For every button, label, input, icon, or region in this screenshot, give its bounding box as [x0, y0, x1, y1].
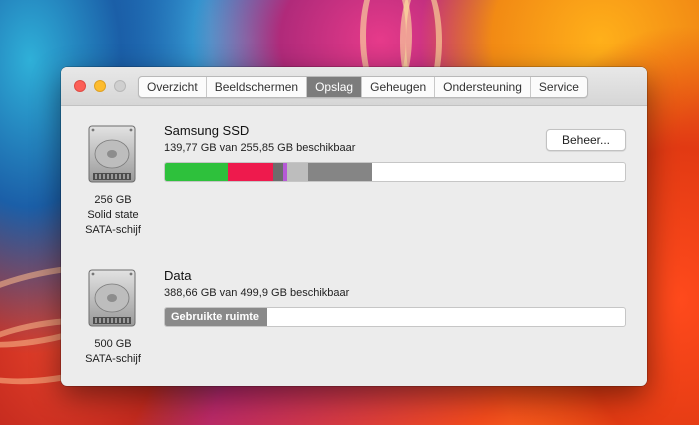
tab-geheugen[interactable]: Geheugen — [362, 77, 436, 97]
disk-availability: 139,77 GB van 255,85 GB beschikbaar — [164, 142, 356, 154]
disk-interface: SATA-schijf — [85, 353, 141, 365]
disk-caption: 256 GB Solid state SATA-schijf — [61, 193, 168, 238]
hard-drive-icon — [88, 125, 136, 183]
tab-bar: Overzicht Beeldschermen Opslag Geheugen … — [138, 76, 588, 98]
usage-segment — [165, 163, 229, 181]
about-this-mac-window: Overzicht Beeldschermen Opslag Geheugen … — [61, 67, 647, 386]
disk-interface: SATA-schijf — [85, 224, 141, 236]
disk-name: Samsung SSD — [164, 123, 250, 138]
close-button[interactable] — [74, 80, 86, 92]
window-titlebar: Overzicht Beeldschermen Opslag Geheugen … — [61, 67, 647, 106]
disk-name: Data — [164, 268, 192, 283]
disk-capacity: 500 GB — [94, 338, 132, 350]
storage-panel: 256 GB Solid state SATA-schijf Samsung S… — [61, 106, 647, 386]
storage-usage-bar: Gebruikte ruimte — [164, 307, 626, 327]
tab-overzicht[interactable]: Overzicht — [139, 77, 207, 97]
usage-segment — [228, 163, 274, 181]
minimize-button[interactable] — [94, 80, 106, 92]
zoom-button[interactable] — [114, 80, 126, 92]
tab-service[interactable]: Service — [531, 77, 587, 97]
usage-segment — [273, 163, 284, 181]
used-space-segment: Gebruikte ruimte — [165, 308, 268, 326]
disk-caption: 500 GB SATA-schijf — [61, 337, 168, 367]
tab-opslag[interactable]: Opslag — [307, 77, 363, 97]
storage-usage-bar — [164, 162, 626, 182]
disk-capacity: 256 GB — [94, 194, 132, 206]
hard-drive-icon — [88, 269, 136, 327]
disk-availability: 388,66 GB van 499,9 GB beschikbaar — [164, 287, 350, 299]
tab-beeldschermen[interactable]: Beeldschermen — [207, 77, 308, 97]
usage-segment — [287, 163, 309, 181]
disk-type: Solid state — [87, 209, 139, 221]
tab-ondersteuning[interactable]: Ondersteuning — [435, 77, 531, 97]
manage-button[interactable]: Beheer... — [546, 129, 626, 151]
usage-segment — [308, 163, 373, 181]
